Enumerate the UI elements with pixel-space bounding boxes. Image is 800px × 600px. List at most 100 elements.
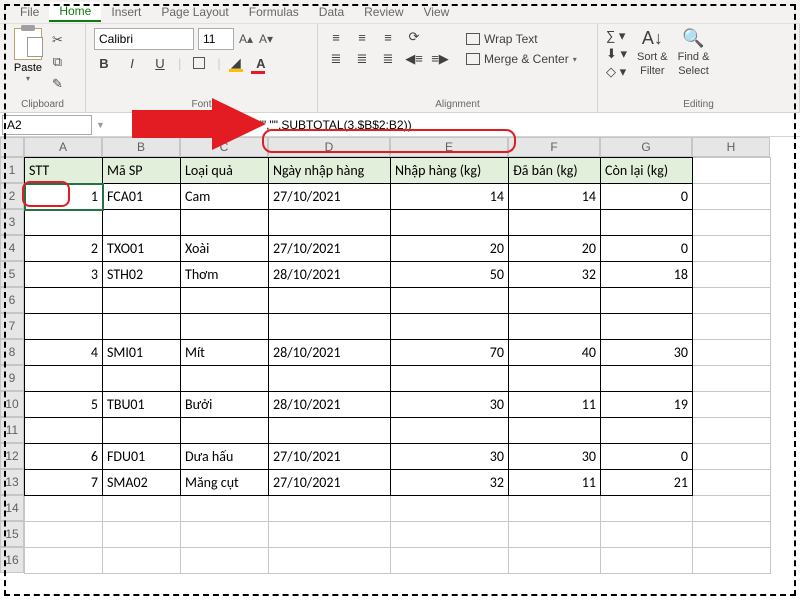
cell[interactable] bbox=[693, 496, 771, 522]
row-header-16[interactable]: 16 bbox=[0, 547, 24, 573]
cell[interactable] bbox=[693, 548, 771, 574]
cell[interactable]: 27/10/2021 bbox=[269, 184, 391, 210]
cell[interactable] bbox=[269, 522, 391, 548]
cell[interactable]: Ngày nhập hàng bbox=[269, 158, 391, 184]
row-header-8[interactable]: 8 bbox=[0, 339, 24, 365]
cell[interactable]: 0 bbox=[601, 236, 693, 262]
cell[interactable] bbox=[601, 548, 693, 574]
cell[interactable]: FDU01 bbox=[103, 444, 181, 470]
select-all-corner[interactable] bbox=[0, 137, 24, 157]
cell[interactable]: 32 bbox=[509, 262, 601, 288]
name-box[interactable] bbox=[2, 115, 92, 135]
font-size-select[interactable] bbox=[198, 28, 234, 50]
cell[interactable] bbox=[25, 366, 103, 392]
cell[interactable] bbox=[693, 470, 771, 496]
align-top-icon[interactable]: ≡ bbox=[326, 28, 346, 46]
cell[interactable] bbox=[181, 314, 269, 340]
cell[interactable]: 6 bbox=[25, 444, 103, 470]
cell[interactable]: 5 bbox=[25, 392, 103, 418]
cell[interactable] bbox=[391, 314, 509, 340]
cell[interactable]: STT bbox=[25, 158, 103, 184]
italic-button[interactable]: I bbox=[122, 54, 142, 72]
row-header-11[interactable]: 11 bbox=[0, 417, 24, 443]
cell[interactable] bbox=[269, 418, 391, 444]
row-header-14[interactable]: 14 bbox=[0, 495, 24, 521]
cell[interactable]: 18 bbox=[601, 262, 693, 288]
orientation-icon[interactable]: ⟳ bbox=[404, 28, 424, 46]
cell[interactable]: 28/10/2021 bbox=[269, 262, 391, 288]
cell[interactable] bbox=[103, 314, 181, 340]
cell[interactable] bbox=[181, 288, 269, 314]
cell[interactable] bbox=[391, 288, 509, 314]
cell[interactable] bbox=[391, 210, 509, 236]
cell[interactable]: 28/10/2021 bbox=[269, 340, 391, 366]
find-select-button[interactable]: 🔍 Find & Select bbox=[678, 28, 710, 80]
tab-review[interactable]: Review bbox=[354, 3, 413, 21]
cell[interactable] bbox=[103, 210, 181, 236]
cell[interactable] bbox=[509, 288, 601, 314]
tab-pagelayout[interactable]: Page Layout bbox=[151, 3, 238, 21]
cell[interactable] bbox=[103, 288, 181, 314]
cell[interactable] bbox=[25, 314, 103, 340]
cell[interactable]: 27/10/2021 bbox=[269, 236, 391, 262]
wrap-text-button[interactable]: Wrap Text bbox=[466, 32, 577, 46]
cell[interactable]: 30 bbox=[601, 340, 693, 366]
cell[interactable]: Đã bán (kg) bbox=[509, 158, 601, 184]
cell[interactable] bbox=[391, 366, 509, 392]
fill-down-icon[interactable]: ⬇ ▾ bbox=[606, 46, 627, 62]
cell[interactable] bbox=[25, 288, 103, 314]
cell[interactable]: Cam bbox=[181, 184, 269, 210]
underline-button[interactable]: U bbox=[150, 54, 170, 72]
cell[interactable] bbox=[25, 496, 103, 522]
row-header-3[interactable]: 3 bbox=[0, 209, 24, 235]
cell[interactable] bbox=[103, 418, 181, 444]
cell[interactable] bbox=[103, 522, 181, 548]
cell[interactable]: 4 bbox=[25, 340, 103, 366]
cell[interactable] bbox=[391, 418, 509, 444]
row-header-4[interactable]: 4 bbox=[0, 235, 24, 261]
align-middle-icon[interactable]: ≡ bbox=[352, 28, 372, 46]
column-header-f[interactable]: F bbox=[508, 137, 600, 157]
cell[interactable] bbox=[601, 210, 693, 236]
cell[interactable] bbox=[25, 548, 103, 574]
cell[interactable] bbox=[181, 210, 269, 236]
cell[interactable] bbox=[693, 184, 771, 210]
cell[interactable]: FCA01 bbox=[103, 184, 181, 210]
data-grid[interactable]: STTMã SPLoại quảNgày nhập hàngNhập hàng … bbox=[24, 157, 771, 574]
row-header-5[interactable]: 5 bbox=[0, 261, 24, 287]
cell[interactable] bbox=[269, 210, 391, 236]
cell[interactable] bbox=[25, 210, 103, 236]
cell[interactable] bbox=[181, 522, 269, 548]
cell[interactable] bbox=[269, 288, 391, 314]
cell[interactable] bbox=[693, 158, 771, 184]
indent-increase-icon[interactable]: ≡▶ bbox=[430, 50, 450, 68]
tab-formulas[interactable]: Formulas bbox=[239, 3, 309, 21]
cell[interactable]: 20 bbox=[391, 236, 509, 262]
cell[interactable] bbox=[509, 366, 601, 392]
cell[interactable] bbox=[25, 418, 103, 444]
column-header-g[interactable]: G bbox=[600, 137, 692, 157]
cell[interactable] bbox=[601, 314, 693, 340]
cell[interactable] bbox=[693, 236, 771, 262]
format-painter-icon[interactable]: ✎ bbox=[52, 76, 63, 92]
cell[interactable]: 27/10/2021 bbox=[269, 444, 391, 470]
sort-filter-button[interactable]: A↓ Sort & Filter bbox=[637, 28, 668, 80]
cell[interactable] bbox=[509, 522, 601, 548]
cell[interactable]: 32 bbox=[391, 470, 509, 496]
cell[interactable] bbox=[601, 288, 693, 314]
cell[interactable]: 40 bbox=[509, 340, 601, 366]
font-color-button[interactable]: A bbox=[251, 54, 271, 72]
cell[interactable] bbox=[693, 522, 771, 548]
cell[interactable]: 30 bbox=[391, 444, 509, 470]
align-center-icon[interactable]: ≣ bbox=[352, 50, 372, 68]
align-left-icon[interactable]: ≣ bbox=[326, 50, 346, 68]
cell[interactable] bbox=[181, 496, 269, 522]
merge-center-button[interactable]: Merge & Center ▾ bbox=[466, 52, 577, 66]
column-header-a[interactable]: A bbox=[24, 137, 102, 157]
cell[interactable]: Loại quả bbox=[181, 158, 269, 184]
cell[interactable] bbox=[181, 548, 269, 574]
cell[interactable]: Bưởi bbox=[181, 392, 269, 418]
fill-color-button[interactable]: ◢ bbox=[229, 56, 243, 70]
cell[interactable]: Thơm bbox=[181, 262, 269, 288]
cell[interactable] bbox=[269, 314, 391, 340]
